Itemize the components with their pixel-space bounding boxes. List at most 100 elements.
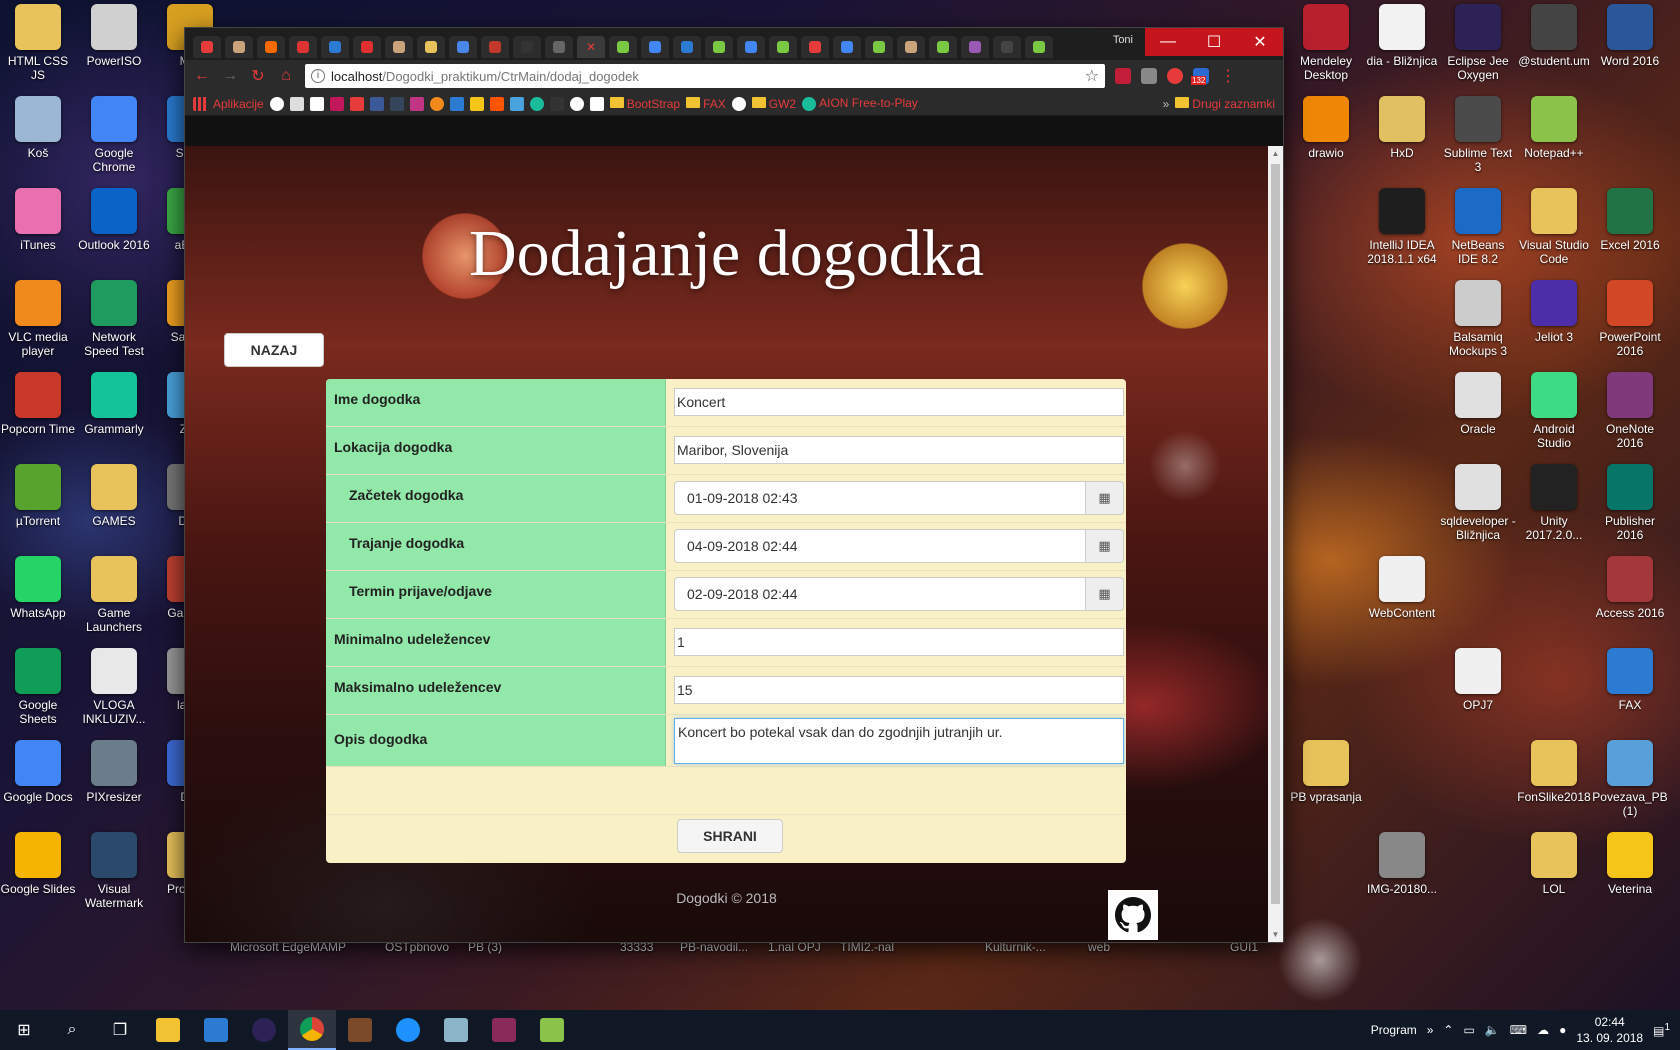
volume-icon[interactable]: 🔈 [1485,1023,1500,1037]
github-icon[interactable] [1108,890,1158,940]
bookmark-icon[interactable] [509,96,524,111]
tab[interactable] [193,36,221,58]
back-button[interactable]: NAZAJ [224,333,324,367]
bookmark-gw2[interactable]: GW2 [751,96,796,111]
taskbar-app[interactable] [192,1010,240,1050]
scrollbar-thumb[interactable] [1271,164,1280,904]
tab[interactable] [321,36,349,58]
taskbar-file-explorer[interactable] [144,1010,192,1050]
bookmark-other[interactable]: Drugi zaznamki [1175,96,1275,111]
event-location-input[interactable]: Maribor, Slovenija [674,436,1124,464]
desktop-icon[interactable]: GAMES [76,464,152,556]
scroll-down-icon[interactable]: ▼ [1268,927,1283,942]
bookmark-bootstrap[interactable]: BootStrap [609,96,680,111]
desktop-icon[interactable]: Google Sheets [0,648,76,740]
desktop-icon[interactable]: Jeliot 3 [1516,280,1592,372]
onedrive-icon[interactable]: ☁ [1537,1023,1549,1037]
home-icon[interactable]: ⌂ [277,67,295,85]
event-start-input[interactable]: 01-09-2018 02:43 [674,481,1086,515]
facebook-icon[interactable] [369,96,384,111]
apps-icon[interactable] [193,96,207,111]
event-deadline-input[interactable]: 02-09-2018 02:44 [674,577,1086,611]
tab[interactable] [449,36,477,58]
desktop-icon[interactable]: Word 2016 [1592,4,1668,96]
tab[interactable] [513,36,541,58]
windows-start-icon[interactable]: ⊞ [0,1010,48,1050]
desktop-icon[interactable]: dia - Bližnjica [1364,4,1440,96]
extension-icon[interactable] [1115,68,1131,84]
desktop-icon[interactable]: Publisher 2016 [1592,464,1668,556]
page-scrollbar[interactable]: ▲ ▼ [1268,146,1283,942]
desktop-icon-label[interactable]: OSTpbnovo [385,940,449,954]
tab[interactable] [609,36,637,58]
desktop-icon[interactable]: LOL [1516,832,1592,924]
back-arrow-icon[interactable]: ← [193,67,211,85]
tab[interactable] [289,36,317,58]
desktop-icon[interactable]: Access 2016 [1592,556,1668,648]
desktop-icon[interactable]: Oracle [1440,372,1516,464]
desktop-icon[interactable]: PIXresizer [76,740,152,832]
url-input[interactable]: i localhost/Dogodki_praktikum/CtrMain/do… [305,64,1105,88]
desktop-icon[interactable]: Outlook 2016 [76,188,152,280]
desktop-icon[interactable]: HTML CSS JS [0,4,76,96]
desktop-icon[interactable]: Google Slides [0,832,76,924]
profile-name[interactable]: Toni [1113,34,1133,46]
taskbar-chrome[interactable] [288,1010,336,1050]
tab[interactable] [929,36,957,58]
tab[interactable] [833,36,861,58]
task-view-icon[interactable]: ❐ [96,1010,144,1050]
bookmark-icon[interactable] [589,96,604,111]
clock-icon[interactable] [569,96,584,111]
desktop-icon-label[interactable]: Microsoft Edge [230,940,310,954]
desktop-icon[interactable]: IntelliJ IDEA 2018.1.1 x64 [1364,188,1440,280]
desktop-icon[interactable]: Google Docs [0,740,76,832]
soundcloud-icon[interactable] [489,96,504,111]
tab[interactable] [545,36,573,58]
tab[interactable] [993,36,1021,58]
forward-arrow-icon[interactable]: → [221,67,239,85]
desktop-icon[interactable]: µTorrent [0,464,76,556]
desktop-icon[interactable]: Game Launchers [76,556,152,648]
info-icon[interactable]: i [311,69,325,83]
tab[interactable] [705,36,733,58]
tab[interactable] [961,36,989,58]
maximize-icon[interactable]: ☐ [1191,28,1237,56]
desktop-icon[interactable]: OneNote 2016 [1592,372,1668,464]
desktop-icon[interactable]: Grammarly [76,372,152,464]
taskbar-app[interactable] [432,1010,480,1050]
bookmark-icon[interactable] [731,96,746,111]
bookmark-icon[interactable] [329,96,344,111]
desktop-icon[interactable]: Veterina [1592,832,1668,924]
tab[interactable] [673,36,701,58]
bookmark-icon[interactable] [449,96,464,111]
desktop-icon-label[interactable]: 1.nal OPJ [768,940,821,954]
desktop-icon[interactable]: FonSlike2018 [1516,740,1592,832]
taskbar-game[interactable] [336,1010,384,1050]
extension-icon[interactable]: 132 [1191,68,1209,85]
instagram-icon[interactable] [409,96,424,111]
desktop-icon[interactable]: Koš [0,96,76,188]
bookmark-icon[interactable] [529,96,544,111]
desktop-icon[interactable]: HxD [1364,96,1440,188]
bookmark-apps[interactable]: Aplikacije [213,97,264,111]
desktop-icon[interactable]: WhatsApp [0,556,76,648]
taskbar-winrar[interactable] [480,1010,528,1050]
desktop-icon[interactable]: Povezava_PB (1) [1592,740,1668,832]
youtube-icon[interactable] [349,96,364,111]
tray-expand-icon[interactable]: ⌃ [1443,1023,1453,1037]
tab[interactable] [353,36,381,58]
desktop-icon-label[interactable]: PB (3) [468,940,502,954]
desktop-icon[interactable]: Notepad++ [1516,96,1592,188]
desktop-icon[interactable]: PowerPoint 2016 [1592,280,1668,372]
bookmark-aion[interactable]: AION Free-to-Play [802,96,918,111]
desktop-icon-label[interactable]: PB-navodil... [680,940,748,954]
bookmark-icon[interactable] [469,96,484,111]
tab[interactable] [225,36,253,58]
tab[interactable] [257,36,285,58]
desktop-icon[interactable]: VLC media player [0,280,76,372]
desktop-icon[interactable]: Balsamiq Mockups 3 [1440,280,1516,372]
desktop-icon[interactable]: sqldeveloper - Bližnjica [1440,464,1516,556]
tab[interactable] [865,36,893,58]
clock[interactable]: 02:44 13. 09. 2018 [1576,1014,1643,1046]
desktop-icon[interactable]: FAX [1592,648,1668,740]
